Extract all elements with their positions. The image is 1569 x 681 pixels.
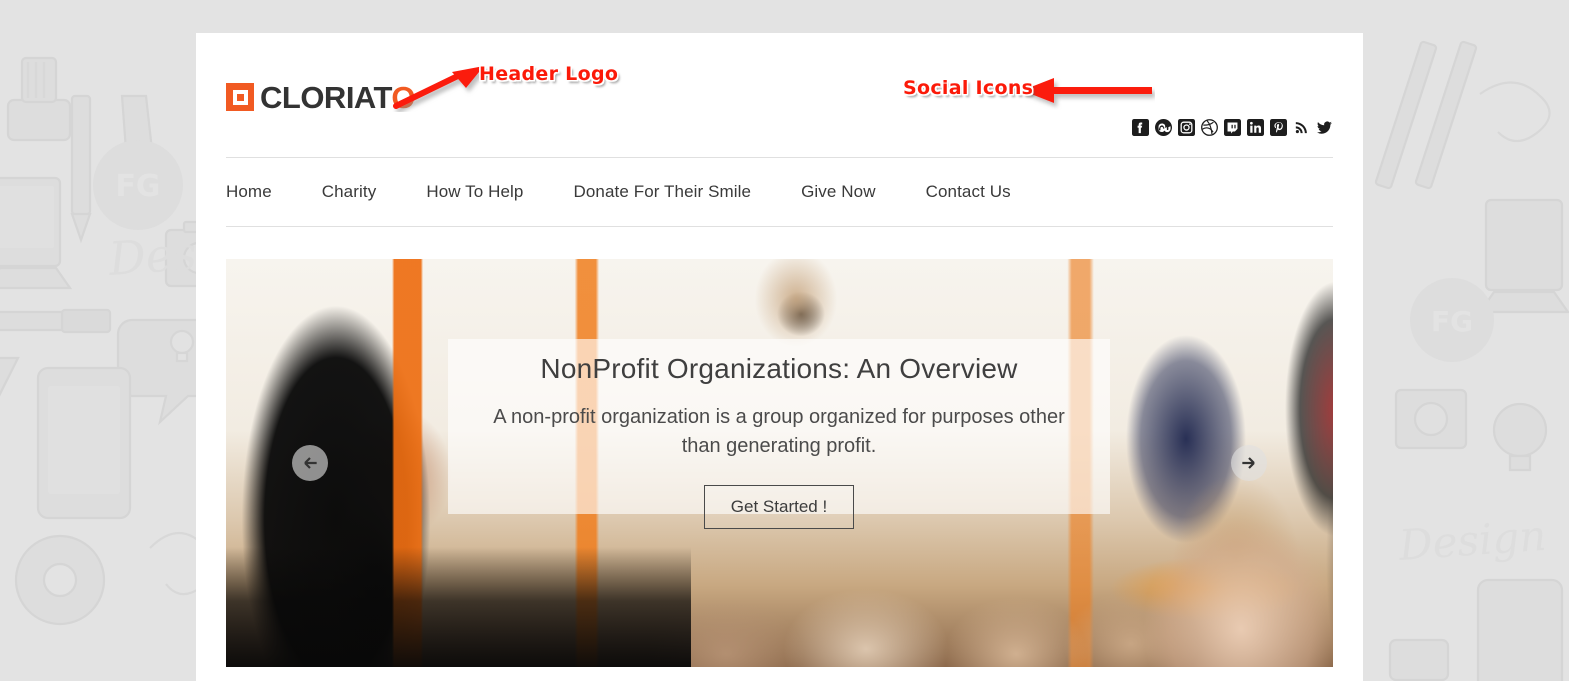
bulb-doodle-right	[1492, 402, 1548, 472]
slider-next-arrow-icon[interactable]	[1231, 445, 1267, 481]
logo-mark-inner-orange	[236, 93, 244, 101]
hero-text-overlay: NonProfit Organizations: An Overview A n…	[448, 339, 1110, 530]
nav-item-how-to-help: How To Help	[426, 182, 573, 202]
monitor-doodle	[0, 176, 73, 290]
main-navigation: Home Charity How To Help Donate For Thei…	[226, 158, 1333, 227]
stumbleupon-icon[interactable]	[1155, 119, 1172, 136]
social-icons-annotation-label: Social Icons	[903, 77, 1034, 99]
desktop-background: FG Design FG Design CLORIATO Home Charit…	[0, 0, 1569, 681]
nav-link-give-now[interactable]: Give Now	[801, 182, 901, 202]
monitor-doodle-right	[1477, 198, 1569, 314]
svg-text:FG: FG	[115, 169, 160, 204]
header-logo-annotation-label: Header Logo	[479, 63, 619, 85]
nav-link-how-to-help[interactable]: How To Help	[426, 182, 548, 202]
nav-link-home[interactable]: Home	[226, 182, 297, 202]
logo-wordmark-accent: O	[391, 79, 416, 115]
nav-item-give-now: Give Now	[801, 182, 926, 202]
paint-jar-doodle-right	[1388, 638, 1450, 681]
fg-badge-doodle: FG	[93, 140, 183, 230]
nav-link-contact-us[interactable]: Contact Us	[926, 182, 1036, 202]
facebook-icon[interactable]	[1132, 119, 1149, 136]
fg-badge-doodle-right: FG	[1410, 278, 1494, 362]
pinterest-icon[interactable]	[1270, 119, 1287, 136]
slider-prev-arrow-icon[interactable]	[292, 445, 328, 481]
nav-item-contact-us: Contact Us	[926, 182, 1061, 202]
get-started-button[interactable]: Get Started !	[703, 485, 855, 530]
twitch-icon[interactable]	[1224, 119, 1241, 136]
svg-text:Design: Design	[1396, 511, 1548, 570]
website-page: CLORIATO Home Charity How To Help Donate…	[196, 33, 1363, 681]
logo-wordmark-dark: CLORIAT	[260, 79, 392, 115]
twitter-icon[interactable]	[1316, 119, 1333, 136]
hero-slider: NonProfit Organizations: An Overview A n…	[226, 259, 1333, 667]
nav-link-donate-for-their-smile[interactable]: Donate For Their Smile	[573, 182, 776, 202]
rss-icon[interactable]	[1293, 119, 1310, 136]
nav-item-charity: Charity	[322, 182, 427, 202]
hero-title: NonProfit Organizations: An Overview	[540, 353, 1018, 384]
design-script-doodle-right: Design	[1396, 511, 1548, 570]
social-icons-list	[1132, 119, 1333, 136]
phone-doodle-right	[1476, 578, 1564, 681]
logo-wordmark: CLORIATO	[260, 79, 416, 115]
square-logo-mark-icon	[226, 83, 254, 111]
pen-doodle	[70, 94, 92, 244]
nav-list: Home Charity How To Help Donate For Thei…	[226, 182, 1061, 202]
ruler-doodle	[0, 356, 20, 397]
tape-doodle	[14, 534, 106, 626]
nav-item-donate-for-their-smile: Donate For Their Smile	[573, 182, 801, 202]
site-header: CLORIATO	[196, 33, 1363, 157]
svg-text:FG: FG	[1431, 305, 1473, 338]
linkedin-icon[interactable]	[1247, 119, 1264, 136]
phone-doodle	[36, 366, 132, 520]
logo-mark-inner-white	[232, 89, 248, 105]
pencil-doodle-right	[1374, 40, 1478, 190]
camera-doodle-right	[1394, 388, 1468, 450]
instagram-icon[interactable]	[1178, 119, 1195, 136]
nav-link-charity[interactable]: Charity	[322, 182, 402, 202]
header-logo[interactable]: CLORIATO	[226, 79, 416, 115]
dribbble-icon[interactable]	[1201, 119, 1218, 136]
nav-item-home: Home	[226, 182, 322, 202]
paint-jar-doodle	[6, 56, 72, 142]
clip-doodle-right	[1479, 81, 1551, 143]
hero-subtitle: A non-profit organization is a group org…	[493, 406, 1065, 458]
marker-doodle	[0, 308, 112, 334]
